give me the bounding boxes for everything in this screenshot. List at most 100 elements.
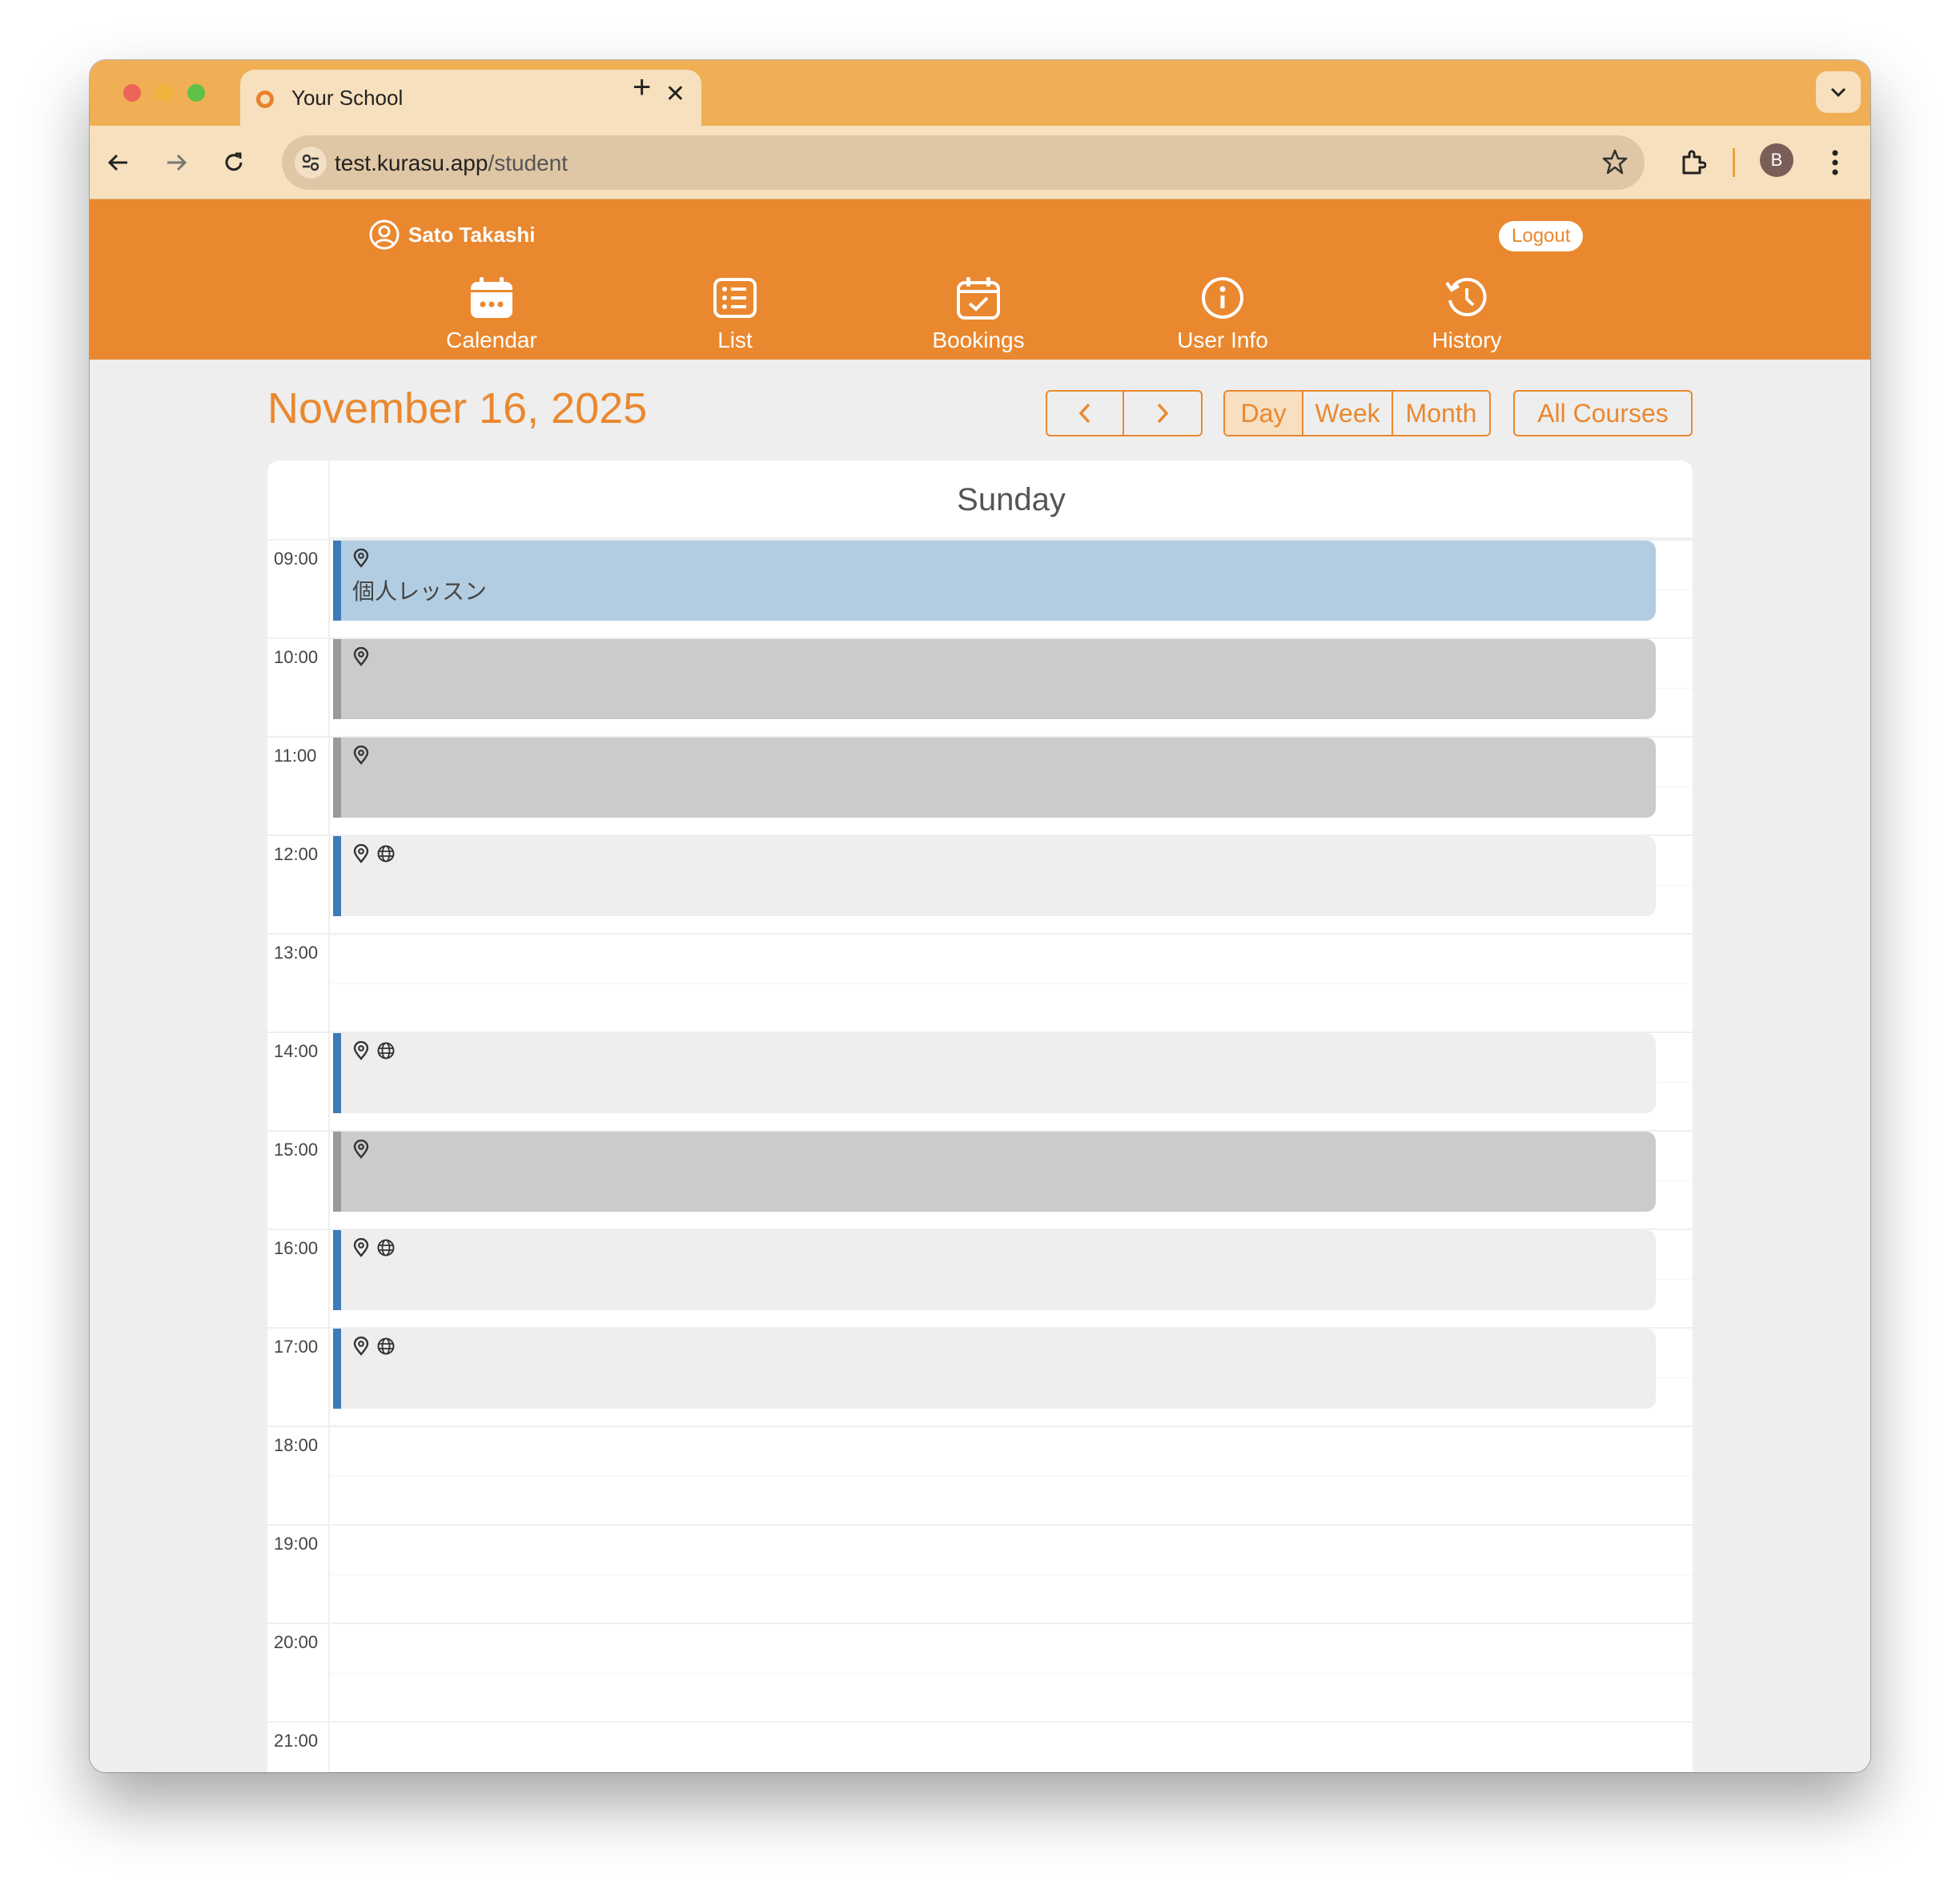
hour-label: 20:00 [274,1632,319,1652]
next-button[interactable] [1124,392,1201,435]
nav-bookings[interactable]: Bookings [906,273,1050,353]
event-title: 個人レッスン [352,578,488,605]
nav-user-info-label: User Info [1177,328,1268,352]
event-block[interactable] [333,738,1656,818]
history-icon [1395,273,1539,323]
event-icons [352,1041,396,1060]
calendar-icon [420,273,564,323]
app-header: Sato Takashi Logout Calendar List Bookin… [90,199,1870,360]
event-icons [352,1140,370,1159]
browser-menu-button[interactable] [1816,143,1854,182]
location-pin-icon [353,1238,369,1257]
favicon-icon [256,90,274,108]
user-name: Sato Takashi [408,222,536,247]
hour-label: 09:00 [274,549,319,569]
location-pin-icon [353,844,369,863]
toolbar-divider [1733,148,1735,177]
view-month-button[interactable]: Month [1393,392,1489,435]
logout-button[interactable]: Logout [1499,221,1584,251]
view-day-button[interactable]: Day [1225,392,1303,435]
nav-calendar[interactable]: Calendar [420,273,564,353]
location-pin-icon [353,1041,369,1060]
hour-row[interactable]: 19:00 [267,1524,1693,1623]
view-week-button[interactable]: Week [1303,392,1393,435]
hour-label: 10:00 [274,647,319,667]
hour-label: 17:00 [274,1337,319,1357]
url-path: /student [488,151,568,175]
event-icons [352,746,370,765]
forward-button[interactable] [157,143,195,182]
event-block[interactable] [333,1132,1656,1212]
arrow-left-icon [107,154,127,171]
half-hour-line [330,1673,1693,1674]
calendar-day-view: Sunday 09:00 10:00 11:00 12:00 13:00 14:00 15:… [267,460,1693,1772]
location-pin-icon [353,549,369,568]
hour-row[interactable]: 18:00 [267,1426,1693,1524]
nav-user-info[interactable]: User Info [1151,273,1295,353]
event-icons [352,647,370,666]
event-block[interactable] [333,836,1656,916]
globe-icon [377,1042,395,1060]
hour-row[interactable]: 13:00 [267,933,1693,1031]
half-hour-line [330,1574,1693,1575]
browser-toolbar: test.kurasu.app/student B [90,126,1870,199]
back-button[interactable] [99,143,138,182]
tab-search-button[interactable] [1816,71,1861,113]
minimize-window-button[interactable] [155,84,173,102]
location-pin-icon [353,746,369,765]
tab-title: Your School [291,86,404,110]
chevron-down-icon [1830,87,1846,98]
reload-icon [225,152,243,171]
hour-row[interactable]: 21:00 [267,1721,1693,1772]
previous-button[interactable] [1047,392,1124,435]
browser-window: Your School ✕ + test.kurasu.app/student [90,60,1870,1772]
half-hour-line [330,983,1693,984]
hour-label: 16:00 [274,1238,319,1258]
close-window-button[interactable] [123,84,141,102]
globe-icon [377,1239,395,1257]
profile-avatar[interactable]: B [1760,143,1793,177]
nav-bookings-label: Bookings [932,328,1025,352]
nav-list-label: List [717,328,753,352]
event-block[interactable] [333,639,1656,719]
location-pin-icon [353,1337,369,1356]
page-title: November 16, 2025 [267,384,648,432]
puzzle-icon [1682,150,1706,175]
calendar-check-icon [906,273,1050,323]
hour-row[interactable]: 20:00 [267,1623,1693,1721]
event-block[interactable] [333,1329,1656,1409]
user-profile[interactable]: Sato Takashi [368,219,535,251]
half-hour-line [330,1476,1693,1477]
event-icons [352,549,370,568]
chevron-left-icon [1078,403,1090,424]
maximize-window-button[interactable] [187,84,205,102]
event-block[interactable] [333,1230,1656,1310]
reload-button[interactable] [215,143,253,182]
extensions-button[interactable] [1673,143,1712,182]
globe-icon [377,1337,395,1355]
view-switcher: Day Week Month [1223,390,1491,436]
list-icon [663,273,807,323]
new-tab-button[interactable]: + [633,71,651,103]
nav-history-label: History [1432,328,1502,352]
bookmark-star-icon[interactable] [1601,148,1629,179]
url-text: test.kurasu.app/student [335,151,568,176]
day-header: Sunday [330,460,1693,539]
location-pin-icon [353,647,369,666]
event-block[interactable] [333,1033,1656,1113]
course-filter-button[interactable]: All Courses [1513,390,1693,436]
site-settings-icon[interactable] [295,147,327,179]
hour-label: 19:00 [274,1534,319,1554]
nav-list[interactable]: List [663,273,807,353]
nav-history[interactable]: History [1395,273,1539,353]
hour-label: 18:00 [274,1435,319,1455]
chevron-right-icon [1157,403,1169,424]
user-circle-icon [369,219,400,250]
hour-label: 15:00 [274,1140,319,1160]
more-vertical-icon [1832,150,1838,175]
event-icons [352,1238,396,1257]
event-block[interactable]: 個人レッスン [333,541,1656,621]
address-bar[interactable]: test.kurasu.app/student [282,135,1645,190]
close-tab-icon[interactable]: ✕ [665,82,685,107]
hour-label: 21:00 [274,1731,319,1751]
